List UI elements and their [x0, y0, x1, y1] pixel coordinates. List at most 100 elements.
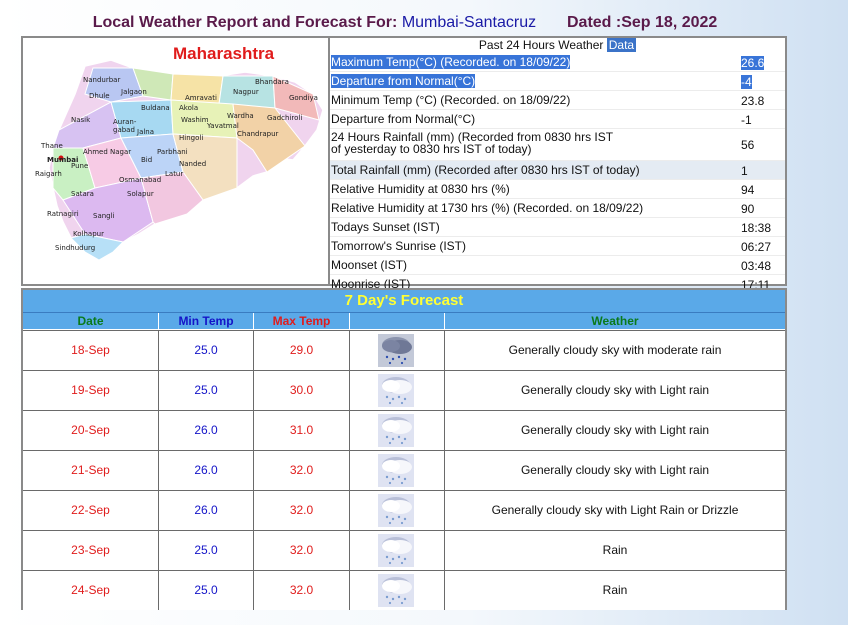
col-max-temp-header: Max Temp	[254, 313, 350, 329]
stat-row: Total Rainfall (mm) (Recorded after 0830…	[330, 161, 785, 180]
forecast-date: 22-Sep	[23, 491, 159, 530]
svg-text:Akola: Akola	[179, 104, 198, 112]
forecast-max-temp: 32.0	[254, 531, 350, 570]
stat-row: Relative Humidity at 1730 hrs (%) (Recor…	[330, 199, 785, 218]
forecast-max-temp: 32.0	[254, 451, 350, 490]
stat-row: 24 Hours Rainfall (mm) (Recorded from 08…	[330, 129, 785, 161]
stat-row: Departure from Normal(°C) -4	[330, 72, 785, 91]
svg-text:Gadchiroli: Gadchiroli	[267, 114, 302, 122]
forecast-weather-text: Rain	[602, 583, 628, 597]
stat-value: 18:38	[741, 220, 772, 235]
forecast-max-temp: 32.0	[254, 491, 350, 530]
stat-row: Minimum Temp (°C) (Recorded. on 18/09/22…	[330, 91, 785, 110]
svg-text:Sindhudurg: Sindhudurg	[55, 244, 95, 252]
svg-text:Raigarh: Raigarh	[35, 170, 62, 178]
stat-label: Departure from Normal(°C)	[331, 111, 476, 126]
forecast-icon-cell	[350, 531, 445, 570]
svg-text:gabad: gabad	[113, 126, 135, 134]
forecast-row: 23-Sep 25.0 32.0 Rain	[23, 530, 785, 570]
past-24h-title: Past 24 Hours Weather Data	[478, 38, 637, 52]
svg-text:Jalgaon: Jalgaon	[120, 88, 147, 96]
svg-text:Ahmed Nagar: Ahmed Nagar	[83, 148, 131, 156]
forecast-date: 24-Sep	[23, 571, 159, 610]
forecast-weather-text: Rain	[602, 543, 628, 557]
forecast-date: 21-Sep	[23, 451, 159, 490]
forecast-min-temp: 25.0	[159, 571, 254, 610]
forecast-title: 7 Day's Forecast	[23, 290, 785, 313]
moderate-rain-icon	[378, 334, 414, 367]
stat-label: Minimum Temp (°C) (Recorded. on 18/09/22…	[331, 92, 571, 107]
forecast-row: 24-Sep 25.0 32.0 Rain	[23, 570, 785, 610]
stat-label: Maximum Temp(°C) (Recorded. on 18/09/22)	[331, 54, 571, 69]
svg-text:Dhule: Dhule	[89, 92, 110, 100]
svg-text:Kolhapur: Kolhapur	[73, 230, 104, 238]
stat-value: 26.6	[741, 55, 765, 70]
forecast-date: 18-Sep	[23, 331, 159, 370]
light-rain-icon	[378, 414, 414, 447]
svg-text:Yavatmal: Yavatmal	[206, 122, 239, 130]
report-title: Local Weather Report and Forecast For:	[92, 14, 398, 31]
forecast-date: 20-Sep	[23, 411, 159, 450]
stat-value: 94	[741, 182, 755, 197]
stat-row: Moonset (IST) 03:48	[330, 256, 785, 275]
stat-value: 23.8	[741, 93, 765, 108]
stat-row: Todays Sunset (IST) 18:38	[330, 218, 785, 237]
forecast-min-temp: 25.0	[159, 531, 254, 570]
svg-text:Pune: Pune	[71, 162, 88, 170]
summary-panel: Nandurbar Dhule Jalgaon Buldana Amravati…	[21, 36, 787, 294]
forecast-min-temp: 26.0	[159, 491, 254, 530]
svg-text:Buldana: Buldana	[141, 104, 170, 112]
forecast-icon-cell	[350, 371, 445, 410]
forecast-weather-text: Generally cloudy sky with Light rain	[520, 383, 710, 397]
forecast-row: 22-Sep 26.0 32.0 Generally cloudy sky with…	[23, 490, 785, 530]
forecast-weather-text: Generally cloudy sky with Light rain	[520, 463, 710, 477]
stat-value: -4	[741, 74, 752, 89]
col-min-temp-header: Min Temp	[159, 313, 254, 329]
stat-label: 24 Hours Rainfall (mm) (Recorded from 08…	[331, 130, 614, 156]
svg-text:Solapur: Solapur	[127, 190, 154, 198]
stat-row: Maximum Temp(°C) (Recorded. on 18/09/22)…	[330, 53, 785, 72]
svg-text:Latur: Latur	[165, 170, 183, 178]
forecast-max-temp: 32.0	[254, 571, 350, 610]
stat-value: -1	[741, 112, 752, 127]
forecast-max-temp: 31.0	[254, 411, 350, 450]
map-title: Maharashtra	[173, 44, 275, 63]
svg-text:Gondiya: Gondiya	[289, 94, 318, 102]
light-rain-icon	[378, 374, 414, 407]
report-header: Local Weather Report and Forecast For: M…	[0, 14, 810, 32]
stat-label: Tomorrow's Sunrise (IST)	[331, 238, 466, 253]
svg-text:Wardha: Wardha	[227, 112, 254, 120]
forecast-min-temp: 26.0	[159, 451, 254, 490]
stat-row: Relative Humidity at 0830 hrs (%) 94	[330, 180, 785, 199]
forecast-header-row: Date Min Temp Max Temp Weather	[23, 313, 785, 329]
forecast-icon-cell	[350, 411, 445, 450]
forecast-row: 21-Sep 26.0 32.0 Generally cloudy sky with…	[23, 450, 785, 490]
svg-text:Sangli: Sangli	[93, 212, 115, 220]
stat-value: 56	[741, 138, 755, 152]
forecast-row: 20-Sep 26.0 31.0 Generally cloudy sky with…	[23, 410, 785, 450]
forecast-icon-cell	[350, 331, 445, 370]
col-icon-header	[350, 313, 445, 329]
location-name: Mumbai-Santacruz	[401, 14, 537, 31]
stat-label: Todays Sunset (IST)	[331, 219, 440, 234]
forecast-max-temp: 30.0	[254, 371, 350, 410]
svg-text:Osmanabad: Osmanabad	[119, 176, 161, 184]
svg-text:Amravati: Amravati	[185, 94, 217, 102]
maharashtra-map-image: Nandurbar Dhule Jalgaon Buldana Amravati…	[35, 59, 324, 261]
seven-day-forecast: 7 Day's Forecast Date Min Temp Max Temp …	[21, 288, 787, 610]
svg-text:Auran-: Auran-	[113, 118, 137, 126]
forecast-weather-text: Generally cloudy sky with Light Rain or …	[491, 503, 739, 517]
forecast-weather-text: Generally cloudy sky with moderate rain	[508, 343, 722, 357]
forecast-icon-cell	[350, 451, 445, 490]
forecast-min-temp: 25.0	[159, 371, 254, 410]
svg-text:Hingoli: Hingoli	[179, 134, 203, 142]
svg-text:Nanded: Nanded	[179, 160, 206, 168]
svg-text:Parbhani: Parbhani	[157, 148, 188, 156]
report-date: Dated :Sep 18, 2022	[567, 14, 718, 31]
svg-text:Satara: Satara	[71, 190, 94, 198]
forecast-min-temp: 25.0	[159, 331, 254, 370]
svg-text:Nandurbar: Nandurbar	[83, 76, 120, 84]
svg-text:Nagpur: Nagpur	[233, 88, 259, 96]
stat-value: 1	[741, 163, 748, 178]
forecast-icon-cell	[350, 491, 445, 530]
